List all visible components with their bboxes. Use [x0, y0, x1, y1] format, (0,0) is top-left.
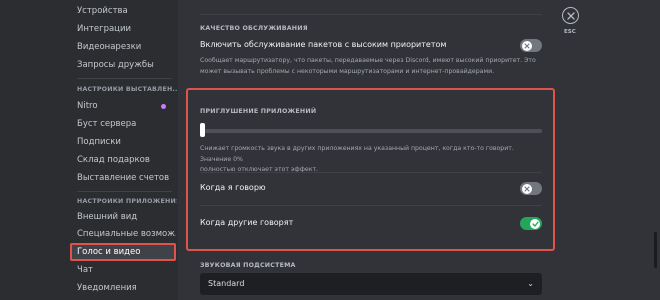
when-others-speak-toggle[interactable]	[520, 217, 542, 230]
attenuation-slider-handle[interactable]	[200, 123, 205, 137]
sidebar-item-friend-requests[interactable]: Запросы дружбы	[70, 56, 176, 74]
sidebar-item-integrations[interactable]: Интеграции	[70, 20, 176, 38]
sidebar-item-appearance[interactable]: Внешний вид	[70, 208, 176, 226]
check-icon	[531, 220, 539, 227]
sidebar-item-chat[interactable]: Чат	[70, 261, 176, 279]
close-icon	[524, 42, 530, 49]
settings-sidebar: Устройства Интеграции Видеонарезки Запро…	[0, 0, 178, 300]
attenuation-description-line: полностью отключает этот эффект.	[200, 166, 319, 173]
sidebar-item-voice-video[interactable]: Голос и видео	[70, 243, 176, 261]
sidebar-item-accessibility[interactable]: Специальные возмож...	[70, 225, 176, 243]
toggle-knob	[530, 218, 540, 229]
attenuation-slider[interactable]	[200, 129, 542, 133]
sidebar-section-billing: НАСТРОЙКИ ВЫСТАВЛЕН...	[77, 86, 177, 93]
sidebar-item-clips[interactable]: Видеонарезки	[70, 38, 176, 56]
audio-subsystem-value: Standard	[208, 279, 245, 288]
sidebar-section-app: НАСТРОЙКИ ПРИЛОЖЕНИЯ	[77, 198, 177, 205]
attenuation-description-line: Снижает громкость звука в других приложе…	[200, 145, 514, 163]
sidebar-item-devices[interactable]: Устройства	[70, 2, 176, 20]
qos-toggle-label: Включить обслуживание пакетов с высоким …	[200, 40, 447, 49]
section-divider	[200, 205, 542, 206]
close-icon	[524, 185, 530, 192]
sidebar-item-billing[interactable]: Выставление счетов	[70, 169, 176, 187]
scrollbar-thumb[interactable]	[654, 232, 657, 268]
attenuation-description: Снижает громкость звука в других приложе…	[200, 144, 545, 176]
toggle-knob	[522, 40, 532, 51]
qos-toggle[interactable]	[520, 39, 542, 52]
attenuation-section-title: ПРИГЛУШЕНИЕ ПРИЛОЖЕНИЙ	[200, 108, 317, 115]
section-divider	[200, 14, 542, 15]
sidebar-divider	[77, 191, 172, 192]
when-i-speak-toggle[interactable]	[520, 182, 542, 195]
sidebar-item-gift-inventory[interactable]: Склад подарков	[70, 151, 176, 169]
close-settings-button[interactable]	[562, 7, 579, 24]
when-others-speak-label: Когда другие говорят	[200, 218, 294, 227]
sidebar-item-notifications[interactable]: Уведомления	[70, 279, 176, 297]
audio-subsystem-title: ЗВУКОВАЯ ПОДСИСТЕМА	[200, 262, 296, 269]
when-i-speak-label: Когда я говорю	[200, 183, 266, 192]
sidebar-item-subscriptions[interactable]: Подписки	[70, 133, 176, 151]
section-divider	[200, 172, 542, 173]
sidebar-divider	[77, 78, 172, 79]
qos-section-title: КАЧЕСТВО ОБСЛУЖИВАНИЯ	[200, 25, 308, 32]
qos-description: Сообщает маршрутизатору, что пакеты, пер…	[200, 56, 545, 77]
esc-label: ESC	[564, 29, 576, 35]
sidebar-item-server-boost[interactable]: Буст сервера	[70, 115, 176, 133]
nitro-badge-icon	[161, 104, 166, 109]
qos-description-line: может вызывать проблемы с некоторыми мар…	[200, 67, 495, 75]
audio-subsystem-select[interactable]: Standard ⌄	[200, 273, 542, 295]
chevron-down-icon: ⌄	[527, 279, 534, 288]
close-icon	[566, 11, 575, 20]
toggle-knob	[522, 183, 532, 194]
qos-description-line: Сообщает маршрутизатору, что пакеты, пер…	[200, 57, 536, 64]
